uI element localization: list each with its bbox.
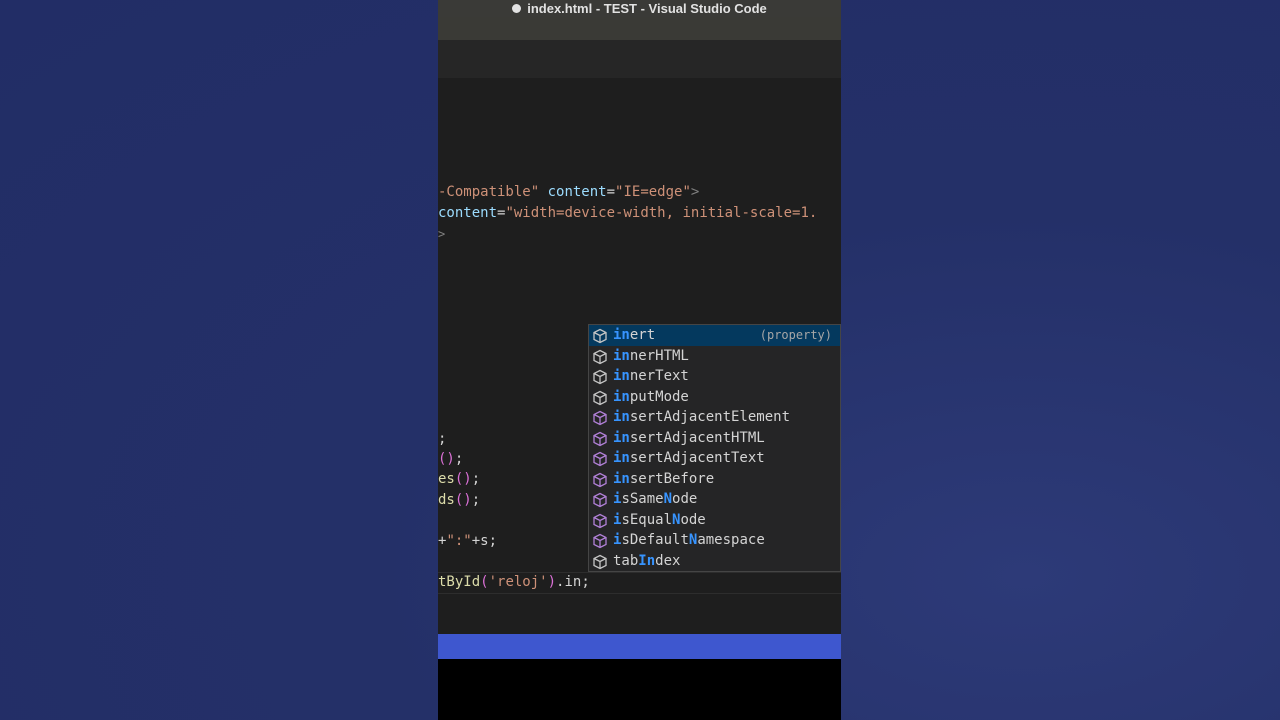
breadcrumb-bar (438, 40, 841, 78)
cube-icon (592, 410, 608, 426)
cube-icon (592, 431, 608, 447)
suggestion-item[interactable]: isEqualNode (589, 510, 840, 531)
suggestion-label: isSameNode (613, 491, 698, 507)
suggestion-item[interactable]: isSameNode (589, 489, 840, 510)
cube-icon (592, 451, 608, 467)
suggestion-item[interactable]: insertAdjacentElement (589, 407, 840, 428)
suggestion-item[interactable]: insertAdjacentText (589, 448, 840, 469)
code-line[interactable]: > (438, 224, 841, 244)
cube-outline-icon (592, 328, 608, 344)
code-line[interactable]: content="width=device-width, initial-sca… (438, 203, 841, 223)
suggestion-label: tabIndex (613, 552, 681, 569)
status-bar[interactable] (438, 634, 841, 659)
cube-icon (592, 533, 608, 549)
bottom-black-area (438, 659, 841, 720)
suggestion-item[interactable]: tabIndex (589, 551, 840, 572)
cube-outline-icon (592, 554, 608, 570)
suggestion-detail: (property) (759, 328, 832, 342)
code-line-current[interactable]: tById('reloj').in; (438, 572, 841, 592)
suggestion-item[interactable]: innerHTML (589, 346, 840, 367)
cube-outline-icon (592, 369, 608, 385)
title-bar: index.html - TEST - Visual Studio Code (438, 0, 841, 17)
suggestion-label: isEqualNode (613, 511, 706, 528)
suggest-widget[interactable]: inert (property) innerHTML innerText inputMo… (588, 324, 841, 572)
suggestion-item[interactable]: innerText (589, 366, 840, 387)
suggestion-label: innerHTML (613, 347, 689, 364)
suggestion-label: insertBefore (613, 470, 715, 487)
suggestion-label: innerText (613, 368, 689, 384)
suggestion-label: inert (613, 327, 656, 343)
tab-strip[interactable] (438, 17, 841, 40)
unsaved-dot-icon (512, 4, 522, 13)
suggestion-item[interactable]: insertAdjacentHTML (589, 428, 840, 449)
suggestion-label: insertAdjacentElement (613, 409, 791, 425)
suggestion-item[interactable]: isDefaultNamespace (589, 530, 840, 551)
suggestion-label: insertAdjacentHTML (613, 429, 765, 446)
cube-icon (592, 472, 608, 488)
cube-icon (592, 513, 608, 529)
window-title: index.html - TEST - Visual Studio Code (527, 1, 767, 16)
suggestion-label: insertAdjacentText (613, 450, 765, 466)
cube-outline-icon (592, 349, 608, 365)
cube-icon (592, 492, 608, 508)
suggestion-label: inputMode (613, 388, 689, 405)
suggestion-label: isDefaultNamespace (613, 532, 765, 548)
suggestion-item[interactable]: insertBefore (589, 469, 840, 490)
suggestion-item[interactable]: inert (property) (589, 325, 840, 346)
code-line[interactable]: -Compatible" content="IE=edge"> (438, 182, 841, 202)
vscode-window: index.html - TEST - Visual Studio Code -… (438, 0, 841, 720)
cube-outline-icon (592, 390, 608, 406)
suggestion-item[interactable]: inputMode (589, 387, 840, 408)
